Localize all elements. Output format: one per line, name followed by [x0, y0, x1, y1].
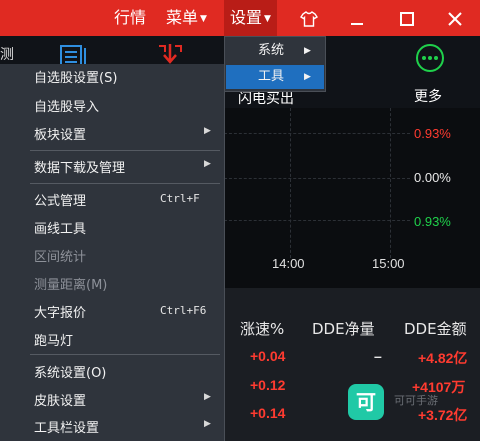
chevron-right-icon: ▶ — [204, 159, 211, 169]
maximize-icon[interactable] — [392, 0, 422, 36]
shortcut-label: Ctrl+F — [160, 192, 200, 205]
menu-settings-label: 设置 — [230, 8, 263, 27]
menu-item-system-settings[interactable]: 系统设置(O) — [34, 362, 106, 381]
submenu-item-system[interactable]: 系统 ▶ — [226, 39, 324, 63]
menu-item-ticker[interactable]: 跑马灯 — [34, 330, 73, 349]
menu-caidan[interactable]: 菜单 ▼ — [166, 0, 207, 36]
pct-bottom-label: 0.93% — [414, 214, 451, 229]
gridline — [224, 178, 410, 179]
chevron-right-icon: ▶ — [304, 46, 311, 56]
title-bar: 行情 菜单 ▼ 设置 ▼ — [0, 0, 480, 36]
chevron-down-icon: ▼ — [200, 14, 207, 24]
time-label: 14:00 — [272, 256, 305, 271]
table-cell: +0.14 — [250, 405, 286, 421]
minimize-icon[interactable] — [342, 0, 372, 36]
submenu-item-tools[interactable]: 工具 ▶ — [226, 65, 324, 89]
pct-top-label: 0.93% — [414, 126, 451, 141]
menu-item-toolbar-settings[interactable]: 工具栏设置 — [34, 417, 99, 436]
table-cell: +4.82亿 — [418, 350, 468, 366]
menu-item-skin-settings[interactable]: 皮肤设置 — [34, 390, 86, 409]
menu-item-range-stats: 区间统计 — [34, 250, 87, 265]
close-icon[interactable] — [440, 0, 470, 36]
menu-item-data-download[interactable]: 数据下载及管理 — [34, 157, 125, 176]
menu-item-formula-manager[interactable]: 公式管理 — [34, 190, 86, 209]
menu-item-watchlist-import[interactable]: 自选股导入 — [34, 96, 99, 115]
menu-settings[interactable]: 设置 ▼ — [224, 0, 277, 36]
menu-divider — [30, 150, 220, 151]
submenu-item-label: 工具 — [258, 69, 285, 84]
menu-caidan-label: 菜单 — [166, 8, 199, 27]
skin-shirt-icon[interactable] — [294, 0, 324, 36]
chevron-right-icon: ▶ — [204, 392, 211, 402]
table-cell: +3.72亿 — [418, 407, 468, 423]
table-cell: – — [374, 348, 382, 364]
settings-submenu: 系统 ▶ 工具 ▶ — [224, 36, 326, 92]
settings-dropdown-menu: 自选股设置(S) 自选股导入 板块设置 ▶ 数据下载及管理 ▶ 公式管理 Ctr… — [0, 64, 225, 441]
chevron-right-icon: ▶ — [204, 126, 211, 136]
table-cell: +0.12 — [250, 377, 286, 393]
menu-item-measure-distance: 测量距离(M) — [34, 278, 108, 293]
more-label: 更多 — [414, 89, 442, 105]
submenu-item-label: 系统 — [258, 43, 285, 58]
menu-item-big-quote[interactable]: 大字报价 — [34, 302, 86, 321]
table-cell: +0.04 — [250, 348, 286, 364]
chevron-down-icon: ▼ — [264, 14, 271, 24]
more-icon[interactable] — [410, 42, 450, 76]
watermark-text: 可可手游 — [394, 394, 438, 407]
column-header[interactable]: DDE净量 — [312, 318, 375, 339]
menu-item-watchlist-settings[interactable]: 自选股设置(S) — [34, 67, 117, 86]
menu-item-drawing-tools[interactable]: 画线工具 — [34, 218, 86, 237]
menu-item-sector-settings[interactable]: 板块设置 — [34, 124, 86, 143]
menu-divider — [30, 354, 220, 355]
time-label: 15:00 — [372, 256, 405, 271]
chevron-right-icon: ▶ — [304, 72, 311, 82]
gridline — [224, 133, 410, 134]
menu-hangqing[interactable]: 行情 — [114, 0, 146, 36]
watermark-logo: 可 — [348, 384, 384, 420]
left-cut-label: 测 — [0, 47, 14, 63]
gridline — [224, 220, 410, 221]
chevron-right-icon: ▶ — [204, 419, 211, 429]
column-header[interactable]: 涨速% — [240, 318, 284, 339]
gridline — [290, 108, 291, 258]
gridline — [390, 108, 391, 258]
shortcut-label: Ctrl+F6 — [160, 304, 207, 317]
menu-divider — [30, 183, 220, 184]
pct-mid-label: 0.00% — [414, 170, 451, 185]
column-header[interactable]: DDE金额 — [404, 318, 467, 339]
